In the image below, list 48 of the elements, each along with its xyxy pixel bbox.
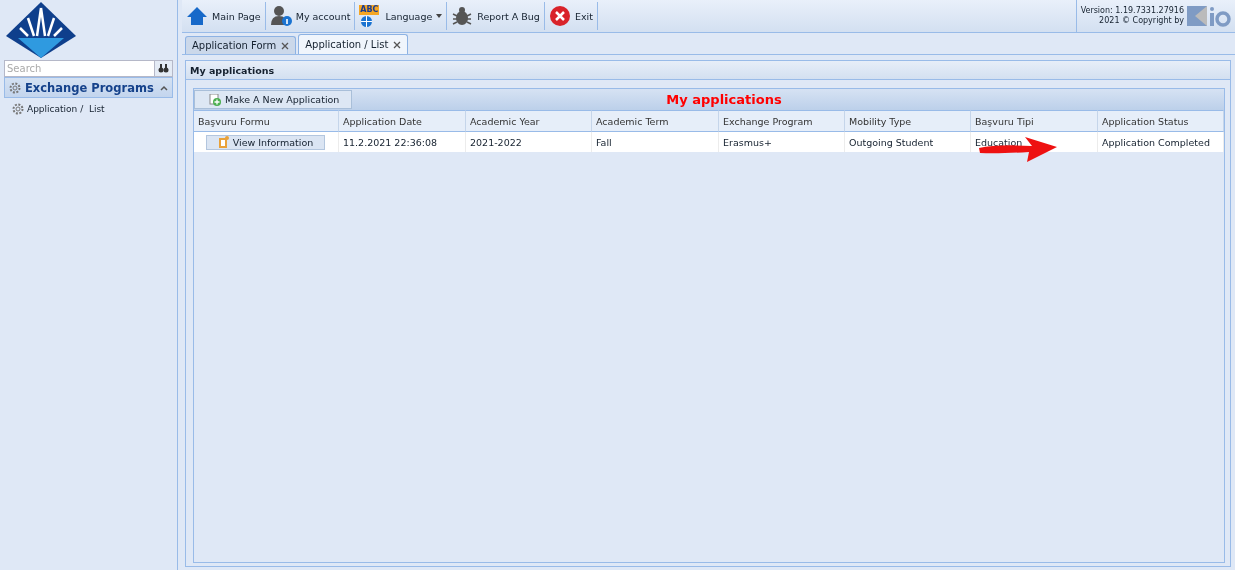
bug-icon (451, 5, 474, 27)
home-icon (186, 5, 208, 27)
toolbar-button[interactable]: Main Page (182, 2, 266, 30)
table-cell: Fall (596, 136, 612, 148)
dropdown-icon (436, 14, 443, 18)
table-cell: 11.2.2021 22:36:08 (343, 136, 438, 148)
document-icon (217, 136, 229, 148)
column-header[interactable]: Başvuru Tipi (971, 110, 1098, 132)
close-icon (548, 5, 571, 27)
toolbar-button[interactable]: Report A Bug (447, 2, 545, 30)
abc-label: ABC (359, 5, 380, 15)
grid-title: My applications (666, 92, 782, 107)
close-icon (281, 41, 290, 50)
toolbar-button[interactable]: My account (265, 2, 356, 30)
new-application-button[interactable]: Make A New Application (194, 90, 353, 109)
column-header[interactable]: Application Status (1098, 110, 1224, 132)
table-cell: Education (975, 136, 1023, 148)
table-cell: Application Completed (1102, 136, 1210, 148)
column-header[interactable]: Başvuru Formu (194, 110, 339, 132)
collapse-icon (160, 84, 168, 91)
view-information-button[interactable]: View Information (206, 134, 325, 150)
panel-title: My applications (186, 61, 1230, 80)
column-header[interactable]: Mobility Type (845, 110, 971, 132)
copyright-text: 2021 © Copyright by (1098, 16, 1184, 26)
sidebar-item[interactable]: Application / List (4, 98, 173, 115)
add-document-icon (209, 93, 221, 106)
tab[interactable]: Application / List (298, 34, 409, 54)
company-logo (1187, 3, 1231, 29)
search-field[interactable]: Search (4, 60, 155, 77)
user-icon (269, 5, 292, 27)
column-header[interactable]: Exchange Program (719, 110, 845, 132)
table-cell: 2021-2022 (470, 136, 522, 148)
column-header[interactable]: Application Date (339, 110, 466, 132)
table-cell: Outgoing Student (849, 136, 934, 148)
close-icon (393, 40, 402, 49)
binoculars-icon (158, 64, 169, 73)
version-text: Version: 1.19.7331.27916 (1080, 6, 1184, 16)
globe-icon (361, 16, 373, 27)
table-cell: Erasmus+ (723, 136, 772, 148)
gear-icon (9, 81, 21, 94)
gear-icon (12, 103, 24, 115)
toolbar-button[interactable]: ABC Language (355, 2, 448, 30)
toolbar-button[interactable]: Exit (544, 2, 598, 30)
column-header[interactable]: Academic Term (592, 110, 719, 132)
column-header[interactable]: Academic Year (466, 110, 592, 132)
section-header[interactable]: Exchange Programs (4, 77, 173, 98)
search-button[interactable] (155, 60, 173, 77)
tab[interactable]: Application Form (185, 36, 297, 54)
